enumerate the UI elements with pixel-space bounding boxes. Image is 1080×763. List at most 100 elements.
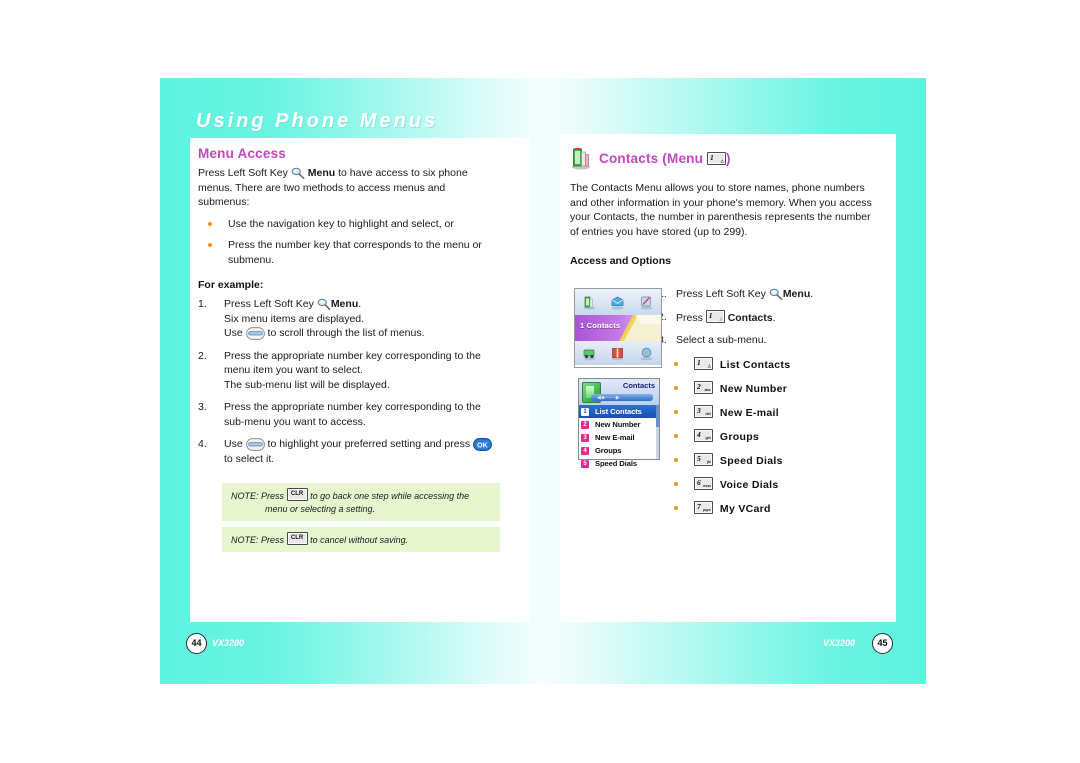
item-number: 2 xyxy=(581,420,589,429)
item-number: 1 xyxy=(581,407,589,416)
screen-list-item[interactable]: 3 New E-mail xyxy=(579,431,659,444)
menu-word: Menu xyxy=(782,288,811,300)
messaging-menu-icon xyxy=(610,295,625,310)
submenu-item-new-number[interactable]: 2 abc New Number xyxy=(658,380,908,395)
step-line-1: Press the appropriate number key corresp… xyxy=(224,401,481,428)
key-sublabel: ghi xyxy=(705,434,711,440)
key-number: 4 xyxy=(697,429,701,439)
key-sublabel: abc xyxy=(704,386,711,392)
svg-text:OK: OK xyxy=(477,442,488,449)
step-period: . xyxy=(772,311,776,324)
step-text: to highlight your preferred setting and … xyxy=(267,438,471,450)
step-text: Use xyxy=(224,438,243,450)
soft-key-icon xyxy=(317,298,331,310)
screen-list-item[interactable]: 1 List Contacts xyxy=(579,405,659,418)
navigation-key-icon xyxy=(245,327,265,340)
access-and-options-heading: Access and Options xyxy=(570,255,671,267)
contacts-heading-text: Contacts (Menu xyxy=(599,150,704,166)
item-label: New E-mail xyxy=(595,433,635,442)
menu-grid-icons-bottom xyxy=(575,341,661,365)
screen-scrollbar[interactable] xyxy=(656,405,659,459)
contacts-step-3: 3. Select a sub-menu. xyxy=(658,333,908,348)
clr-key-icon: CLR xyxy=(286,488,308,501)
key-5-icon: 5 jkl xyxy=(694,452,713,466)
step-1: 1. Press Left Soft Key Menu. Six menu it… xyxy=(198,297,500,341)
submenu-item-new-email[interactable]: 3 def New E-mail xyxy=(658,404,908,419)
submenu-item-groups[interactable]: 4 ghi Groups xyxy=(658,428,908,443)
submenu-item-label: New Number xyxy=(719,382,788,395)
screen-list-item[interactable]: 5 Speed Dials xyxy=(579,457,659,470)
submenu-item-label: New E-mail xyxy=(719,406,779,419)
contacts-step-2: 2. Press 1 △ Contacts. xyxy=(658,309,908,326)
item-label: Speed Dials xyxy=(595,459,637,468)
key-3-icon: 3 def xyxy=(694,404,713,418)
contacts-intro-paragraph: The Contacts Menu allows you to store na… xyxy=(570,182,872,238)
submenu-item-label: List Contacts xyxy=(719,358,791,371)
key-number: 5 xyxy=(697,453,701,463)
phone-screenshot-main-menu: 1 Contacts xyxy=(574,288,662,368)
pager-dots: ◀■-----▶ xyxy=(597,394,621,401)
menu-grid-row-bottom xyxy=(575,341,661,365)
ok-key-icon: OK xyxy=(473,438,492,451)
item-label: Groups xyxy=(595,446,622,455)
contacts-building-icon xyxy=(570,146,592,170)
bullet-dot-icon xyxy=(208,243,212,247)
key-number: 2 xyxy=(697,381,701,391)
soft-key-icon xyxy=(291,167,305,179)
step-line-2: to select it. xyxy=(224,452,275,465)
submenu-item-list-contacts[interactable]: 1 △ List Contacts xyxy=(658,356,908,371)
downloads-menu-icon xyxy=(610,346,625,361)
item-number: 5 xyxy=(581,459,589,468)
note-press-word: Press xyxy=(261,535,285,545)
step-text: Press xyxy=(676,311,703,324)
submenu-item-speed-dials[interactable]: 5 jkl Speed Dials xyxy=(658,452,908,467)
example-steps-list: 1. Press Left Soft Key Menu. Six menu it… xyxy=(198,297,498,466)
step-period: . xyxy=(810,288,814,300)
note-text-line2: menu or selecting a setting. xyxy=(265,504,376,514)
step-number: 2. xyxy=(198,349,207,362)
screen-list-item[interactable]: 4 Groups xyxy=(579,444,659,457)
submenu-item-my-vcard[interactable]: 7 pqrs My VCard xyxy=(658,500,908,515)
note-text: to go back one step while accessing the xyxy=(310,491,470,501)
menu-grid-row-top xyxy=(575,289,661,315)
note-label: NOTE: xyxy=(231,491,259,501)
step-line-2: Six menu items are displayed. xyxy=(224,312,365,325)
key-number: 3 xyxy=(697,405,701,415)
phone-screenshot-contacts-list: Contacts ◀■-----▶ 1 List Contacts 2 New … xyxy=(578,378,660,468)
bullet-dot-icon xyxy=(674,433,678,438)
screen-list-item[interactable]: 2 New Number xyxy=(579,418,659,431)
bullet-dot-icon xyxy=(674,457,678,462)
bullet-dot-icon xyxy=(674,481,678,486)
list-item-label: Use the navigation key to highlight and … xyxy=(228,217,454,230)
step-line-1: Press Left Soft Key Menu. xyxy=(224,297,500,312)
step-number: 4. xyxy=(198,438,207,450)
step-3: 3. Press the appropriate number key corr… xyxy=(198,400,500,429)
key-4-icon: 4 ghi xyxy=(694,428,713,442)
key-number: 6 xyxy=(697,477,701,487)
step-text: to scroll through the list of menus. xyxy=(267,327,425,339)
bullet-dot-icon xyxy=(674,505,678,510)
document-spread: Using Phone Menus Menu Access Press Left… xyxy=(0,0,1080,763)
scrollbar-thumb[interactable] xyxy=(656,405,659,427)
step-text: Press Left Soft Key xyxy=(224,298,314,310)
note-text: to cancel without saving. xyxy=(310,535,409,545)
key-1-icon: 1 △ xyxy=(694,356,713,370)
contacts-title-row: Contacts (Menu 1 △ ) xyxy=(570,146,900,170)
for-example-heading: For example: xyxy=(198,279,264,291)
contacts-menu-heading: Contacts (Menu 1 △ ) xyxy=(599,151,731,166)
submenu-item-voice-dials[interactable]: 6 mno Voice Dials xyxy=(658,476,908,491)
step-2: 2. Press the appropriate number key corr… xyxy=(198,349,500,393)
note-label: NOTE: xyxy=(231,535,259,545)
key-number: 1 xyxy=(710,152,714,162)
submenu-item-label: Groups xyxy=(719,430,760,443)
settings-menu-icon xyxy=(582,346,597,361)
right-footer-model: VX3200 xyxy=(823,638,856,648)
note-press-word: Press xyxy=(261,491,285,501)
menu-grid-row-selected[interactable]: 1 Contacts xyxy=(575,315,661,341)
step-text: Press Left Soft Key xyxy=(676,288,766,300)
bullet-dot-icon xyxy=(674,385,678,390)
clr-key-label: CLR xyxy=(290,535,304,541)
list-item-label: Press the number key that corresponds to… xyxy=(228,239,482,266)
access-methods-list: Use the navigation key to highlight and … xyxy=(198,217,498,268)
key-7-icon: 7 pqrs xyxy=(694,500,713,514)
